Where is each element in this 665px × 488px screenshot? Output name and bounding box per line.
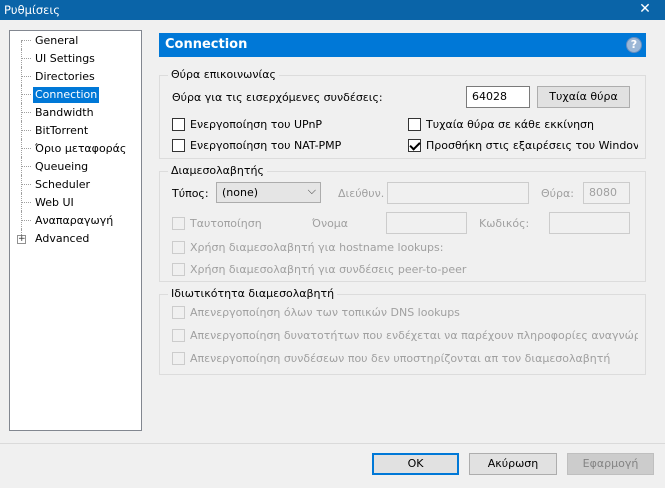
proxy-port-input[interactable]: 8080 [583, 182, 630, 204]
random-port-each-start-checkbox[interactable]: Τυχαία θύρα σε κάθε εκκίνηση [408, 118, 638, 132]
sidebar-item-playback[interactable]: Αναπαραγωγή [10, 211, 141, 229]
title-bar: Ρυθμίσεις ✕ [0, 0, 665, 20]
proxy-password-label: Κωδικός: [479, 217, 530, 230]
ok-button[interactable]: OK [372, 453, 459, 475]
expand-icon[interactable]: + [17, 235, 26, 244]
section-header: Connection ? [159, 33, 646, 57]
proxy-port-label: Θύρα: [541, 187, 574, 200]
group-title-listening-port: Θύρα επικοινωνίας [168, 68, 279, 81]
sidebar-item-queueing[interactable]: Queueing [10, 157, 141, 175]
listening-port-input[interactable]: 64028 [466, 86, 530, 108]
disable-identifying-features-checkbox[interactable]: Απενεργοποίηση δυνατοτήτων που ενδέχεται… [172, 329, 638, 343]
proxy-username-input[interactable] [386, 212, 467, 234]
group-title-privacy: Ιδιωτικότητα διαμεσολαβητή [168, 287, 338, 300]
upnp-checkbox[interactable]: Ενεργοποίηση του UPnP [172, 118, 402, 132]
proxy-host-input[interactable] [387, 182, 529, 204]
chevron-down-icon: ⌵ [307, 184, 316, 197]
incoming-port-label: Θύρα για τις εισερχόμενες συνδέσεις: [172, 91, 383, 104]
sidebar-item-scheduler[interactable]: Scheduler [10, 175, 141, 193]
sidebar-item-bittorrent[interactable]: BitTorrent [10, 121, 141, 139]
proxy-auth-checkbox[interactable]: Ταυτοποίηση [172, 217, 292, 231]
proxy-type-label: Τύπος: [172, 187, 209, 200]
proxy-password-input[interactable] [549, 212, 630, 234]
proxy-host-label: Διεύθυν. [338, 187, 385, 200]
proxy-type-select[interactable]: (none) ⌵ [216, 182, 321, 203]
sidebar-item-bandwidth[interactable]: Bandwidth [10, 103, 141, 121]
sidebar-item-web-ui[interactable]: Web UI [10, 193, 141, 211]
settings-category-tree[interactable]: General UI Settings Directories Connecti… [9, 30, 142, 431]
proxy-hostname-lookups-checkbox[interactable]: Χρήση διαμεσολαβητή για hostname lookups… [172, 241, 472, 255]
sidebar-item-directories[interactable]: Directories [10, 67, 141, 85]
proxy-peer-connections-checkbox[interactable]: Χρήση διαμεσολαβητή για συνδέσεις peer-t… [172, 263, 492, 277]
footer-divider [0, 443, 665, 444]
disable-unsupported-connections-checkbox[interactable]: Απενεργοποίηση συνδέσεων που δεν υποστηρ… [172, 352, 638, 366]
help-icon[interactable]: ? [626, 37, 642, 53]
nat-pmp-checkbox[interactable]: Ενεργοποίηση του NAT-PMP [172, 139, 402, 153]
page-title: Connection [165, 37, 248, 52]
sidebar-item-connection[interactable]: Connection [10, 85, 141, 103]
close-icon[interactable]: ✕ [625, 0, 665, 20]
sidebar-item-speed-limit[interactable]: Όριο μεταφοράς [10, 139, 141, 157]
cancel-button[interactable]: Ακύρωση [469, 453, 557, 475]
apply-button[interactable]: Εφαρμογή [567, 453, 654, 475]
random-port-button[interactable]: Τυχαία θύρα [537, 86, 630, 108]
firewall-exception-checkbox[interactable]: Προσθήκη στις εξαιρέσεις του Windov [408, 139, 638, 153]
sidebar-item-ui-settings[interactable]: UI Settings [10, 49, 141, 67]
proxy-username-label: Όνομα [312, 217, 349, 230]
window-title: Ρυθμίσεις [4, 3, 60, 17]
sidebar-item-general[interactable]: General [10, 33, 141, 49]
disable-local-dns-checkbox[interactable]: Απενεργοποίηση όλων των τοπικών DNS look… [172, 306, 472, 320]
group-title-proxy: Διαμεσολαβητής [168, 164, 267, 177]
sidebar-item-advanced[interactable]: + Advanced [10, 229, 141, 247]
